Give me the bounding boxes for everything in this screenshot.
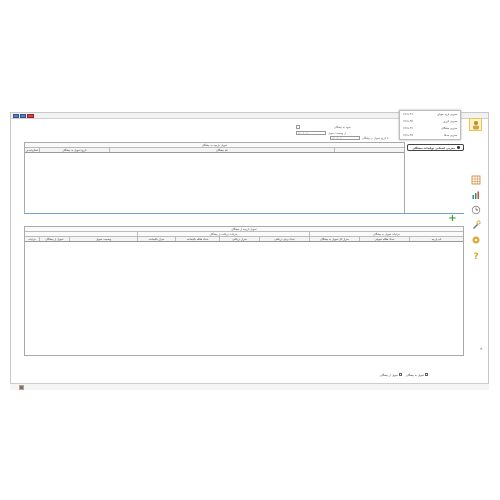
status-filter-label: نحوه به بیشگان (334, 125, 351, 129)
user-icon[interactable] (469, 118, 482, 131)
group-receive-details: جزئیات دریافت از بیشگان (137, 232, 309, 236)
sidebar: ? (467, 118, 485, 274)
bottom-filters: تحویل از بیشگان تحویل به بیشگان (380, 373, 429, 377)
menu-label: مغربی انرژی (443, 120, 457, 123)
clock-icon[interactable] (469, 203, 482, 216)
col-edit-delete[interactable]: اصلاح/حذف (25, 148, 39, 152)
col-received-cuts[interactable]: تعداد برش دریافتی (259, 237, 309, 241)
col-fabric-name[interactable]: نام پارچه (409, 237, 463, 241)
status-bar (10, 383, 489, 390)
gear-icon[interactable] (469, 233, 482, 246)
svg-text:?: ? (473, 252, 478, 260)
app-icon (19, 385, 24, 392)
tooltip-text: مغربی انتخابی تولیدات بیشگان (412, 145, 455, 150)
expand-arrow-icon[interactable]: « (480, 346, 482, 351)
col-received-from-vendor[interactable]: تحویل از بیشگان (39, 237, 69, 241)
shortcut: Ctrl+F3 (403, 127, 413, 130)
col-delivery-date[interactable]: تاریخ تحویل به بیشگان (39, 148, 109, 152)
group-delivery-details: جزئیات تحویل به بیشگان (309, 232, 463, 236)
col-remaining-meter[interactable]: متراژ باقیمانده (137, 237, 175, 241)
menu-item-1[interactable]: Ctrl+F1 مغربی بازیه موبای (400, 111, 460, 118)
col-delivery-status[interactable]: وضعیت تحویل (69, 237, 137, 241)
checkbox[interactable] (399, 373, 402, 376)
shortcut: Ctrl+F1 (403, 113, 413, 116)
checkbox[interactable] (425, 373, 429, 376)
window-controls (13, 114, 34, 118)
maximize-button[interactable] (20, 114, 26, 118)
filter-to-vendor[interactable]: تحویل به بیشگان (406, 373, 429, 377)
col-details[interactable]: جزئیات (25, 237, 39, 241)
shortcut: Ctrl+F6 (403, 120, 413, 123)
menu-item-2[interactable]: Ctrl+F6 مغربی انرژی (400, 118, 460, 125)
date-to-field[interactable]: ۱۴۰۰/۰۰/۰۰ (330, 136, 360, 140)
table-header: اصلاح/حذف تاریخ تحویل به بیشگان نام بیشگ… (25, 148, 404, 153)
popup-menu: Ctrl+F1 مغربی بازیه موبای Ctrl+F6 مغربی ان… (399, 110, 461, 140)
dot-icon (457, 146, 460, 149)
tools-icon[interactable] (469, 218, 482, 231)
filter-label: تحویل از بیشگان (380, 374, 398, 377)
to-label: تا تاریخ تحویل بر بیشگان (362, 136, 389, 140)
section-divider (24, 213, 464, 214)
delivery-from-vendor-table: تحویل بازیچه از بیشگان جزئیات دریافت از … (24, 226, 464, 356)
col-vendor-name[interactable]: نام بیشگان (109, 148, 334, 152)
col-rolls-delivered[interactable]: تعداد طاقه تحویلی (359, 237, 409, 241)
delivery-to-vendor-table: تحویل بازیچه به بیشگان اصلاح/حذف تاریخ ت… (24, 142, 405, 214)
add-button[interactable]: + (448, 214, 457, 224)
group-blank (25, 232, 137, 236)
from-label: از وضعیت تحویل (328, 131, 347, 135)
help-icon[interactable]: ? (469, 248, 482, 261)
col-remaining-rolls[interactable]: تعداد طاقه باقیمانده (175, 237, 219, 241)
menu-item-3[interactable]: Ctrl+F3 مغربی بیشگان (400, 125, 460, 132)
tooltip: مغربی انتخابی تولیدات بیشگان (407, 144, 464, 151)
col-blank[interactable] (334, 148, 404, 152)
filter-checkbox-1[interactable] (296, 125, 300, 129)
date-from-field[interactable]: ۱۴۰۰/۰۰/۰۰ (296, 131, 326, 135)
menu-label: مغربی خذفا (444, 134, 457, 137)
calendar-grid-icon[interactable] (469, 173, 482, 186)
minimize-button[interactable] (13, 114, 19, 118)
menu-item-4[interactable]: Ctrl+F8 مغربی خذفا (400, 132, 460, 139)
menu-label: مغربی بازیه موبای (437, 113, 457, 116)
col-received-meter[interactable]: متراژ دریافتی (219, 237, 259, 241)
table-header: جزئیات تحویل از بیشگان وضعیت تحویل متراژ… (25, 237, 463, 242)
filter-label: تحویل به بیشگان (406, 374, 425, 377)
shortcut: Ctrl+F8 (403, 134, 413, 137)
filter-from-vendor[interactable]: تحویل از بیشگان (380, 373, 402, 377)
chart-icon[interactable] (469, 188, 482, 201)
menu-label: مغربی بیشگان (441, 127, 457, 130)
col-total-meter-delivered[interactable]: متراژ کل تحویل به بیشگان (309, 237, 359, 241)
close-button[interactable] (27, 114, 34, 118)
